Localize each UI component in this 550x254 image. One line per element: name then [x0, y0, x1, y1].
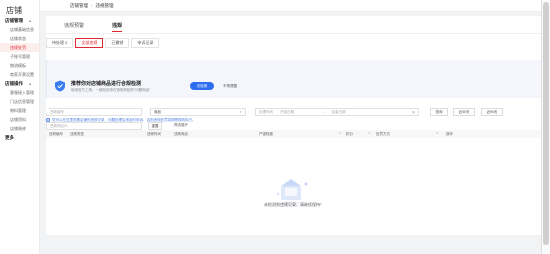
- date-range-label: 处理时间: [259, 110, 273, 114]
- detect-button[interactable]: 去检测: [190, 82, 214, 90]
- sort-icon[interactable]: ⇅: [368, 131, 371, 135]
- violation-type-select[interactable]: 商品 ▼: [150, 108, 246, 116]
- breadcrumb-current: 违规管理: [95, 3, 114, 8]
- column-header: 违规类型: [70, 132, 84, 136]
- violation-id-input[interactable]: 违规编号: [46, 108, 142, 116]
- subtab-all[interactable]: 全部违规: [75, 38, 104, 48]
- query-button[interactable]: 查询: [430, 108, 448, 116]
- sort-icon[interactable]: ⇅: [436, 131, 439, 135]
- calendar-icon: ▦: [412, 110, 415, 114]
- chevron-up-icon: ▲: [28, 81, 32, 86]
- spacer: [46, 106, 49, 114]
- breadcrumb: 店铺管理 › 违规管理: [70, 3, 114, 9]
- empty-state-text: 未检测到违规记录，请继续保持！: [264, 202, 324, 207]
- breadcrumb-parent[interactable]: 店铺管理: [70, 3, 88, 8]
- column-header: 扣分: [346, 132, 353, 136]
- violation-type-value: 商品: [154, 110, 161, 114]
- sidebar-item-shop-profile[interactable]: 店铺资料: [0, 115, 39, 124]
- sidebar-item-store-info[interactable]: 门店信息管理: [0, 97, 39, 106]
- top-bar: 店铺管理 › 违规管理: [40, 0, 550, 12]
- app-logo: 店铺: [6, 6, 22, 15]
- expand-filters-button[interactable]: 筛选展开: [174, 123, 188, 128]
- dismiss-reminder-button[interactable]: 不再提醒: [218, 82, 242, 90]
- date-end: 结束日期: [331, 110, 346, 114]
- sort-icon[interactable]: ⇅: [339, 131, 342, 135]
- sidebar: 店铺 店铺管理 ▲ 店铺基础信息 店铺状态 违规处罚 子账号管理 物流模板 商家…: [0, 0, 40, 254]
- tab-violation-warning[interactable]: 违规预警: [50, 20, 98, 32]
- tabs-divider: [46, 33, 542, 34]
- column-header: 操作: [446, 132, 453, 136]
- subtab-pending[interactable]: 待处理 0: [46, 38, 74, 48]
- subtab-appeals[interactable]: 申诉记录: [131, 38, 160, 48]
- shield-icon: [55, 80, 65, 92]
- scrollbar-thumb[interactable]: [543, 2, 549, 245]
- sidebar-group-label: 店铺管理: [5, 18, 23, 23]
- chevron-up-icon: ▲: [28, 18, 32, 23]
- subtab-revoked[interactable]: 已撤销: [105, 38, 130, 48]
- table-header: 违规编号 违规类型 违规时间 违规商品 严重程度 ⇅ 扣分 ⇅ 处罚方式 ⇅ 操…: [46, 130, 542, 138]
- date-range-picker[interactable]: 处理时间 开始日期 → 结束日期 ▦: [255, 108, 419, 116]
- product-id-input[interactable]: 违规商品ID: [46, 122, 142, 130]
- sidebar-item-sub-accounts[interactable]: 子账号管理: [0, 52, 39, 61]
- banner-title: 推荐你对店铺商品进行合规检测: [71, 81, 142, 87]
- reset-button[interactable]: 重置: [148, 122, 162, 130]
- last-30-days-button[interactable]: 近30天: [453, 108, 475, 116]
- sidebar-group-label: 更多: [5, 135, 14, 140]
- sidebar-item-shop-decoration[interactable]: 店铺装修: [0, 124, 39, 133]
- sidebar-group-shop-management[interactable]: 店铺管理 ▲: [0, 16, 39, 25]
- sidebar-item-shipping-templates[interactable]: 物流模板: [0, 61, 39, 70]
- sidebar-item-materials[interactable]: 物料管理: [0, 106, 39, 115]
- sidebar-item-shop-info[interactable]: 店铺基础信息: [0, 25, 39, 34]
- column-header: 处罚方式: [376, 132, 390, 136]
- banner-subtitle: 使用官方工具，一键检查你在违规风险的“问题商品”: [71, 88, 151, 92]
- last-90-days-button[interactable]: 近90天: [481, 108, 503, 116]
- chevron-down-icon: ▼: [239, 110, 242, 114]
- sidebar-group-label: 店铺操作: [5, 81, 23, 86]
- sidebar-item-violations[interactable]: 违规处罚: [0, 43, 39, 52]
- column-header: 违规编号: [49, 132, 63, 136]
- column-header: 违规时间: [147, 132, 161, 136]
- breadcrumb-separator: ›: [91, 3, 93, 8]
- column-header: 严重程度: [259, 132, 273, 136]
- column-header: 违规商品: [174, 132, 188, 136]
- scrollbar[interactable]: [541, 0, 550, 254]
- sidebar-item-invoice-settings[interactable]: 商家开票设置: [0, 70, 39, 79]
- sidebar-group-more[interactable]: 更多: [0, 133, 39, 142]
- sidebar-item-customer-service[interactable]: 客服接入管理: [0, 88, 39, 97]
- sub-tabs: 待处理 0 全部违规 已撤销 申诉记录: [46, 38, 161, 48]
- main-tabs: 违规预警 违规: [50, 20, 136, 32]
- date-separator: →: [322, 110, 327, 114]
- sidebar-group-shop-ops[interactable]: 店铺操作 ▲: [0, 79, 39, 88]
- compliance-banner: 推荐你对店铺商品进行合规检测 使用官方工具，一键检查你在违规风险的“问题商品” …: [46, 60, 542, 98]
- date-start: 开始日期: [279, 110, 294, 114]
- sidebar-item-shop-status[interactable]: 店铺状态: [0, 34, 39, 43]
- tab-violations[interactable]: 违规: [98, 20, 136, 32]
